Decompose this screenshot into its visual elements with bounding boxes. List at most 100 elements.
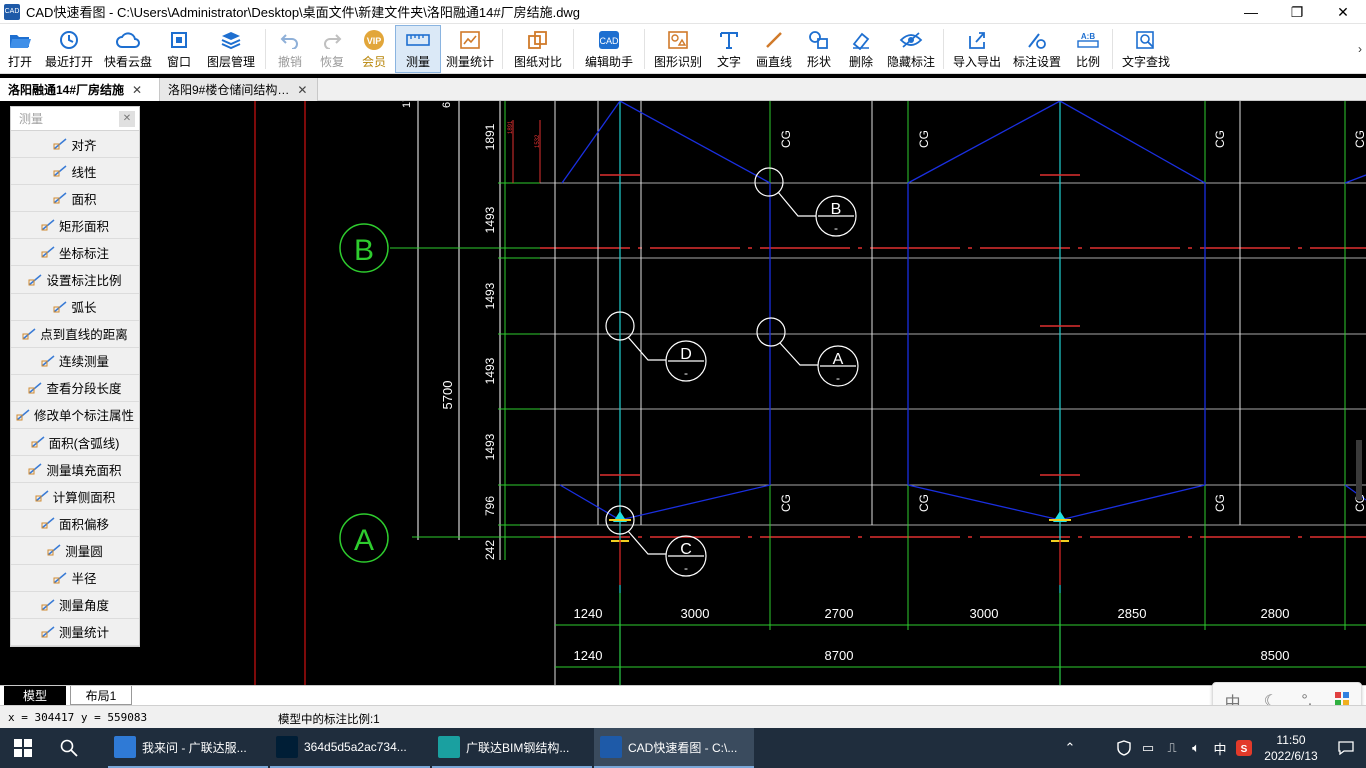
panel-item-angle[interactable]: 测量角度	[11, 592, 139, 619]
measure-stats-button[interactable]: 测量统计	[441, 25, 499, 73]
main-toolbar: 打开 最近打开 快看云盘 窗口 图层管理 撤销 恢复 VIP 会员 测量 测量统…	[0, 24, 1366, 74]
draw-line-button[interactable]: 画直线	[750, 25, 798, 73]
text-icon	[717, 29, 741, 51]
tab-layout1[interactable]: 布局1	[70, 686, 132, 705]
side-area-icon	[35, 490, 49, 502]
panel-item-fill-area[interactable]: 测量填充面积	[11, 456, 139, 484]
svg-text:2800: 2800	[1261, 606, 1290, 621]
sogou-icon[interactable]: S	[1232, 728, 1256, 768]
annotation-settings-button[interactable]: 标注设置	[1007, 25, 1067, 73]
tab-file-2[interactable]: 洛阳9#楼仓储间结构… ✕	[160, 78, 318, 101]
tab-model[interactable]: 模型	[4, 686, 66, 705]
shape-recognize-button[interactable]: 图形识别	[648, 25, 708, 73]
panel-item-coordinate[interactable]: 坐标标注	[11, 239, 139, 267]
panel-item-radius[interactable]: 半径	[11, 565, 139, 592]
close-icon[interactable]: ✕	[119, 110, 135, 127]
undo-button[interactable]: 撤销	[269, 25, 311, 73]
panel-item-segment-length[interactable]: 查看分段长度	[11, 375, 139, 402]
window-button[interactable]: 窗口	[158, 25, 200, 73]
layout-tabs: 模型 布局1	[0, 685, 1366, 705]
network-icon[interactable]: ⎍	[1160, 728, 1184, 768]
svg-text:1532: 1532	[535, 134, 541, 148]
volume-icon[interactable]: 🔈︎	[1184, 728, 1208, 768]
taskbar-app-photoshop[interactable]: 364d5d5a2ac734...	[270, 728, 430, 768]
shape-button[interactable]: 形状	[798, 25, 840, 73]
stats-icon	[41, 626, 55, 638]
system-tray: ⌃ ▭ ⎍ 🔈︎ 中 S 11:50 2022/6/13	[1058, 728, 1366, 768]
svg-text:CG: CG	[1353, 130, 1366, 148]
eraser-icon	[849, 29, 873, 51]
panel-item-annotation-scale[interactable]: 设置标注比例	[11, 266, 139, 294]
coordinate-icon	[41, 246, 55, 258]
panel-item-side-area[interactable]: 计算侧面积	[11, 483, 139, 511]
taskbar-app-glodon-bim[interactable]: 广联达BIM钢结构...	[432, 728, 592, 768]
minimize-button[interactable]: —	[1228, 0, 1274, 24]
layer-manager-button[interactable]: 图层管理	[200, 25, 262, 73]
import-export-icon	[965, 29, 989, 51]
text-button[interactable]: 文字	[708, 25, 750, 73]
battery-icon[interactable]: ▭	[1136, 728, 1160, 768]
hide-annotation-button[interactable]: 隐藏标注	[882, 25, 940, 73]
panel-item-arc-length[interactable]: 弧长	[11, 294, 139, 321]
panel-item-continuous-measure[interactable]: 连续测量	[11, 348, 139, 375]
panel-item-point-line-distance[interactable]: 点到直线的距离	[11, 321, 139, 348]
compare-button[interactable]: 图纸对比	[506, 25, 570, 73]
svg-text:3000: 3000	[970, 606, 999, 621]
edit-assistant-icon: CAD	[597, 29, 621, 51]
taskbar-app-cad-viewer[interactable]: CAD快速看图 - C:\...	[594, 728, 754, 768]
clock[interactable]: 11:50 2022/6/13	[1256, 732, 1326, 764]
close-icon[interactable]: ✕	[132, 83, 142, 97]
recent-icon	[57, 29, 81, 51]
measure-stats-icon	[458, 29, 482, 51]
layers-icon	[219, 29, 243, 51]
panel-item-label: 查看分段长度	[46, 382, 122, 397]
svg-text:A: A	[354, 524, 374, 557]
panel-item-align-measure[interactable]: 对齐	[11, 131, 139, 159]
close-icon[interactable]: ✕	[297, 83, 307, 97]
svg-text:6: 6	[441, 102, 453, 108]
search-icon[interactable]	[46, 728, 92, 768]
drawing-canvas[interactable]: 17 6 5700 1891 1493 1493 1493 1493 796 2…	[0, 101, 1366, 685]
close-button[interactable]: ✕	[1320, 0, 1366, 24]
panel-item-label: 面积(含弧线)	[48, 436, 120, 451]
toolbar-more-button[interactable]: ›	[1358, 42, 1362, 56]
arc-area-icon	[31, 436, 45, 448]
edit-assistant-button[interactable]: CAD 编辑助手	[577, 25, 641, 73]
scale-button[interactable]: A:B 比例	[1067, 25, 1109, 73]
redo-button[interactable]: 恢复	[311, 25, 353, 73]
restore-button[interactable]: ❐	[1274, 0, 1320, 24]
panel-item-area-offset[interactable]: 面积偏移	[11, 510, 139, 538]
import-export-button[interactable]: 导入导出	[947, 25, 1007, 73]
open-button[interactable]: 打开	[0, 25, 40, 73]
windows-start-icon[interactable]	[0, 728, 46, 768]
panel-item-arc-area[interactable]: 面积(含弧线)	[11, 429, 139, 457]
chevron-up-icon[interactable]: ⌃	[1058, 728, 1082, 768]
cursor-coordinates: x = 304417 y = 559083	[8, 711, 148, 724]
area-icon	[53, 192, 67, 204]
delete-button[interactable]: 删除	[840, 25, 882, 73]
cloud-drive-button[interactable]: 快看云盘	[98, 25, 158, 73]
panel-item-edit-annotation[interactable]: 修改单个标注属性	[11, 402, 139, 430]
measure-button[interactable]: 测量	[395, 25, 441, 73]
text-search-button[interactable]: 文字查找	[1116, 25, 1176, 73]
panel-item-stats[interactable]: 测量统计	[11, 619, 139, 646]
svg-text:242: 242	[483, 540, 497, 560]
panel-item-circle-measure[interactable]: 测量圆	[11, 537, 139, 565]
shield-icon[interactable]	[1112, 728, 1136, 768]
panel-item-rect-area[interactable]: 矩形面积	[11, 212, 139, 240]
svg-text:1493: 1493	[483, 282, 497, 309]
panel-item-linear-measure[interactable]: 线性	[11, 158, 139, 186]
tab-file-1[interactable]: 洛阳融通14#厂房结施 ✕	[0, 78, 160, 101]
taskbar-app-edge[interactable]: 我来问 - 广联达服...	[108, 728, 268, 768]
vip-button[interactable]: VIP 会员	[353, 25, 395, 73]
app-icon: CAD	[4, 3, 20, 20]
svg-text:1891: 1891	[483, 123, 497, 150]
svg-text:-: -	[834, 221, 838, 235]
line-icon	[762, 29, 786, 51]
notification-icon[interactable]	[1326, 728, 1366, 768]
ime-lang-indicator[interactable]: 中	[1208, 728, 1232, 768]
panel-item-label: 点到直线的距离	[40, 328, 128, 343]
recent-button[interactable]: 最近打开	[40, 25, 98, 73]
clock-time: 11:50	[1276, 733, 1306, 747]
panel-item-area[interactable]: 面积	[11, 185, 139, 213]
